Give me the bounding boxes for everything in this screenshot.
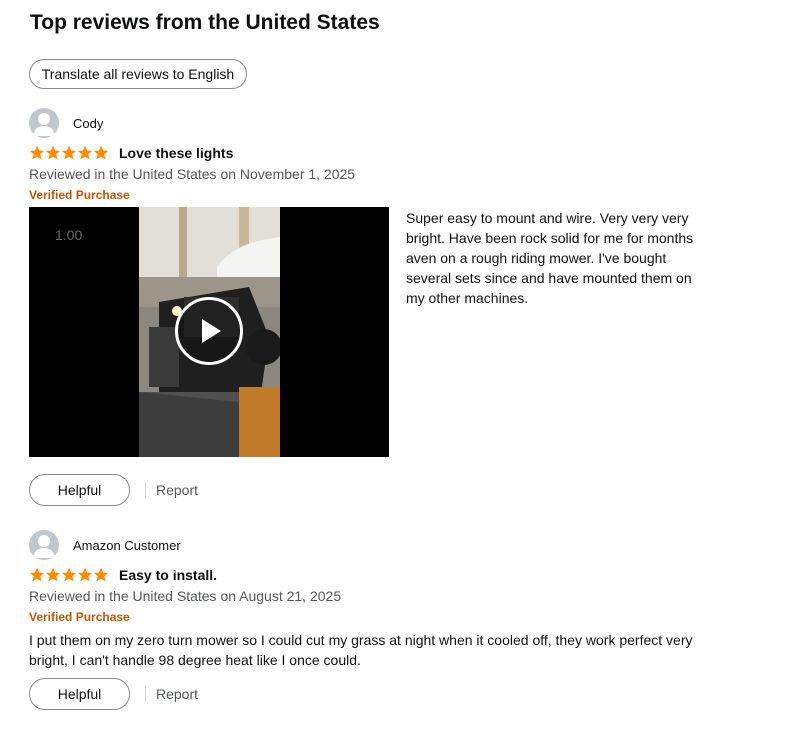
star-icon [29, 567, 45, 582]
review-video[interactable]: 1.00 [29, 207, 389, 457]
person-icon [33, 535, 55, 558]
reviewer-profile[interactable]: Amazon Customer [29, 530, 181, 560]
playback-speed: 1.00 [55, 227, 83, 243]
section-title: Top reviews from the United States [30, 11, 380, 34]
reviewer-name: Amazon Customer [73, 537, 181, 553]
play-icon [202, 319, 221, 343]
review-body: Super easy to mount and wire. Very very … [406, 210, 694, 306]
review-headline[interactable]: Easy to install. [119, 567, 217, 583]
star-icon [77, 567, 93, 582]
avatar [29, 530, 59, 560]
review-date: Reviewed in the United States on Novembe… [29, 166, 356, 182]
translate-reviews-button[interactable]: Translate all reviews to English [29, 59, 247, 89]
review-date: Reviewed in the United States on August … [29, 588, 342, 604]
star-icon [61, 145, 77, 160]
review-headline[interactable]: Love these lights [119, 145, 233, 161]
divider [145, 482, 146, 498]
review-body: I put them on my zero turn mower so I co… [29, 632, 693, 668]
reviewer-profile[interactable]: Cody [29, 108, 103, 138]
star-icon [61, 567, 77, 582]
star-icon [93, 567, 109, 582]
star-icon [45, 145, 61, 160]
report-link[interactable]: Report [156, 686, 198, 702]
helpful-button[interactable]: Helpful [29, 474, 130, 506]
report-link[interactable]: Report [156, 482, 198, 498]
avatar [29, 108, 59, 138]
star-icon [45, 567, 61, 582]
star-icon [29, 145, 45, 160]
star-rating[interactable] [29, 567, 109, 583]
helpful-button[interactable]: Helpful [29, 678, 130, 710]
star-rating[interactable] [29, 145, 109, 161]
play-button[interactable] [175, 297, 243, 365]
verified-purchase-badge: Verified Purchase [29, 610, 130, 624]
review-card: Amazon Customer Easy to install. Reviewe… [29, 530, 729, 720]
review-card: Cody Love these lights Reviewed in the U… [29, 108, 729, 508]
verified-purchase-badge: Verified Purchase [29, 188, 130, 202]
divider [145, 686, 146, 702]
person-icon [33, 113, 55, 136]
star-icon [77, 145, 93, 160]
star-icon [93, 145, 109, 160]
reviewer-name: Cody [73, 115, 104, 131]
